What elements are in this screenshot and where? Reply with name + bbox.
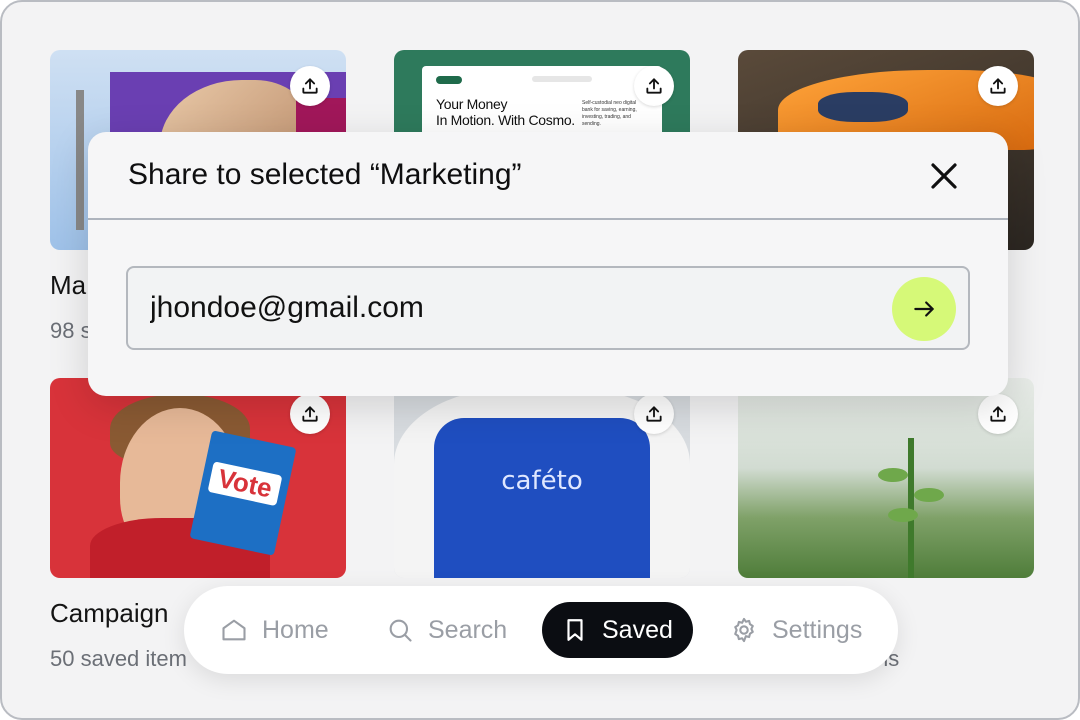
plant-leaf [888,508,918,522]
bottom-nav: Home Search Saved Settings [184,586,898,674]
billboard-pole [76,90,84,230]
share-button[interactable] [290,66,330,106]
modal-header: Share to selected “Marketing” [88,132,1008,220]
upload-icon [302,406,318,422]
website-headline: Your Money In Motion. With Cosmo. [436,96,586,128]
nav-item-settings[interactable]: Settings [730,604,862,656]
upload-icon [302,78,318,94]
upload-icon [646,78,662,94]
email-field[interactable] [150,286,890,330]
upload-icon [990,78,1006,94]
website-blurb: Self-custodial neo digital bank for savi… [582,100,637,127]
vote-label: Vote [207,461,283,507]
collection-thumbnail-greenhouse[interactable] [738,378,1034,578]
app-frame: Your Money In Motion. With Cosmo. Self-c… [0,0,1080,720]
share-modal: Share to selected “Marketing” [88,132,1008,396]
modal-title: Share to selected “Marketing” [128,158,522,191]
share-button[interactable] [978,66,1018,106]
apron: caféto [434,418,650,578]
close-icon [931,163,957,189]
upload-icon [646,406,662,422]
collection-count: 98 s [50,318,92,343]
share-button[interactable] [634,66,674,106]
car-window [818,92,908,122]
search-icon [389,619,412,642]
share-button[interactable] [978,394,1018,434]
plant-leaf [914,488,944,502]
upload-icon [990,406,1006,422]
collection-thumbnail-apron[interactable]: caféto [394,378,690,578]
send-button[interactable] [892,277,956,341]
email-field-container [126,266,970,350]
collection-count: 50 saved item [50,646,187,671]
nav-label: Saved [602,615,673,644]
nav-label: Search [428,615,508,644]
share-button[interactable] [634,394,674,434]
collection-title: Ma [50,270,87,300]
nav-item-home[interactable]: Home [220,604,329,656]
headline-line-2: In Motion. With Cosmo. [436,112,575,128]
collection-title: Campaign [50,598,169,628]
nav-label: Home [262,615,329,644]
collection-thumbnail-campaign[interactable]: Vote [50,378,346,578]
home-icon [222,619,246,641]
arrow-right-icon [914,301,934,317]
nav-label: Settings [772,615,863,644]
close-button[interactable] [928,160,960,192]
website-nav [532,76,592,82]
plant-leaf [878,468,908,482]
gear-icon [734,617,754,643]
nav-item-saved[interactable]: Saved [542,602,693,658]
share-button[interactable] [290,394,330,434]
apron-logo-text: caféto [501,466,583,496]
nav-item-search[interactable]: Search [386,604,507,656]
cosmo-logo [436,76,462,84]
bookmark-icon [567,619,583,641]
headline-line-1: Your Money [436,96,508,112]
